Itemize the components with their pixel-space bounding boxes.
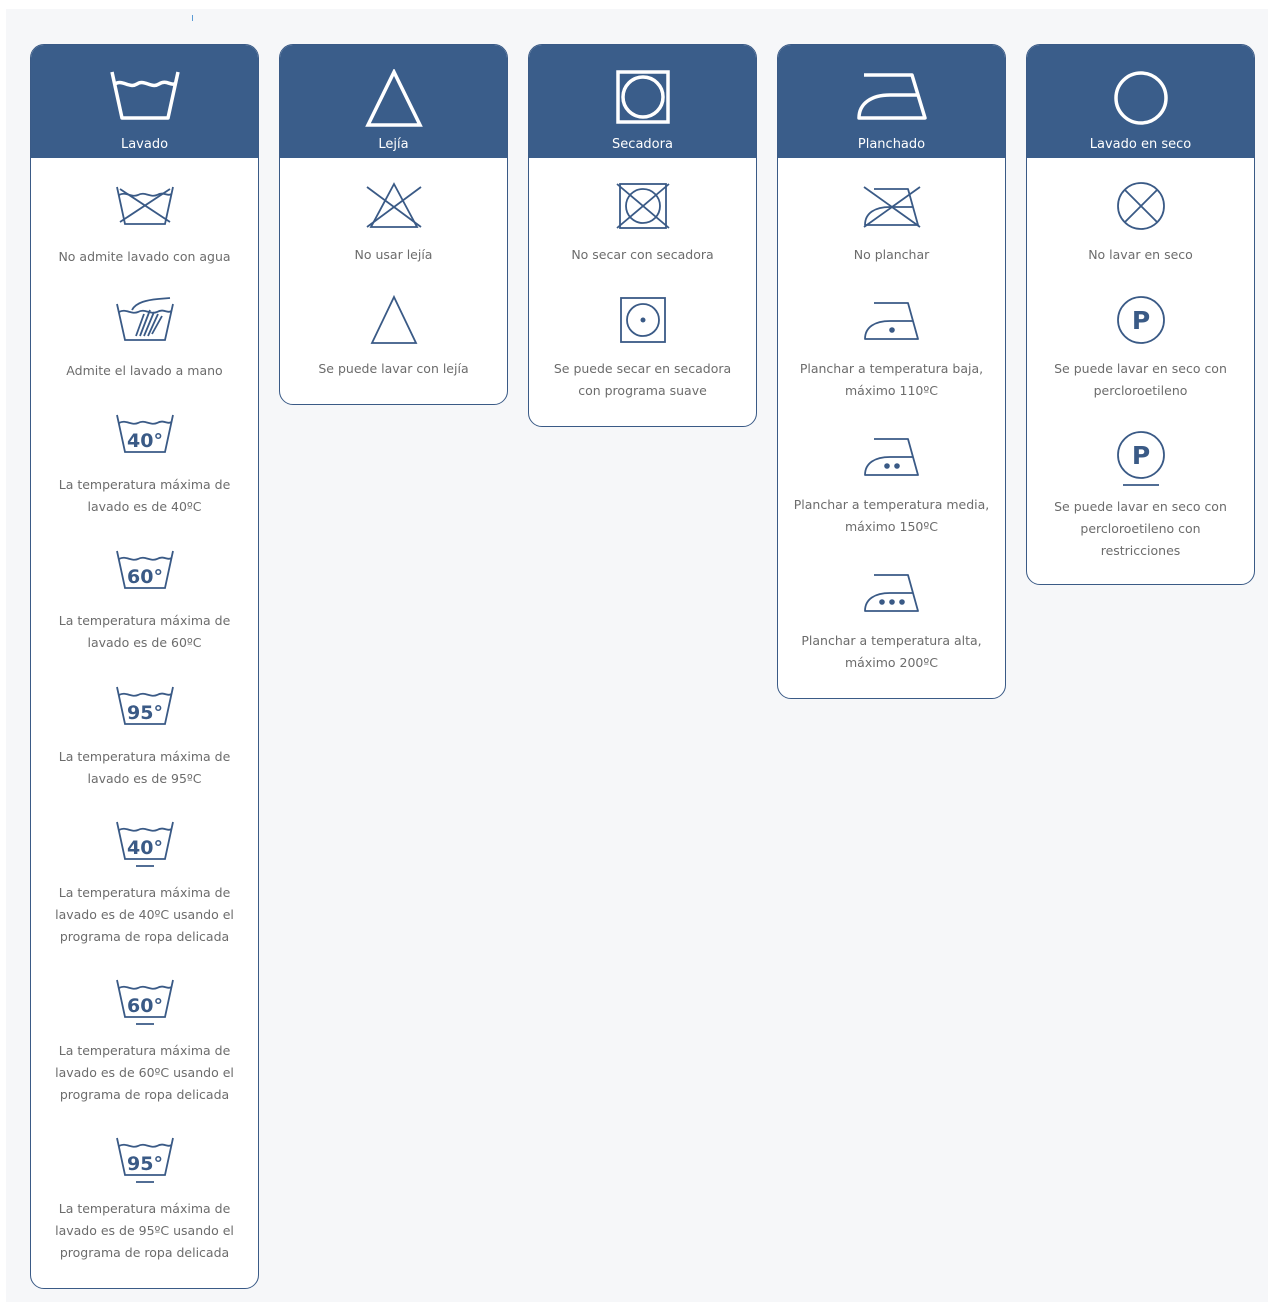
item-label: Planchar a temperatura baja, máximo 110º… (799, 361, 984, 398)
list-item: No admite lavado con agua (31, 182, 258, 296)
temperature-text: 60° (127, 566, 163, 588)
item-label: No lavar en seco (1088, 247, 1193, 262)
list-item: 40° La temperatura máxima de lavado es d… (31, 410, 258, 546)
iron-low-icon (778, 294, 1005, 346)
wash-60-icon: 60° (31, 546, 258, 594)
list-item: P Se puede lavar en seco con percloroeti… (1027, 430, 1254, 580)
list-item: No planchar (778, 180, 1005, 294)
tumble-dry-low-icon (529, 294, 756, 346)
page-background: Lavado No admite lavado con agua Admite … (6, 9, 1268, 1302)
list-item: No lavar en seco (1027, 180, 1254, 294)
card-title: Planchado (857, 137, 926, 152)
card-lavado: Lavado No admite lavado con agua Admite … (30, 44, 259, 1289)
list-item: 95° La temperatura máxima de lavado es d… (31, 682, 258, 818)
item-label: La temperatura máxima de lavado es de 95… (55, 1201, 234, 1260)
card-header: Lavado en seco (1027, 45, 1254, 158)
list-item: Planchar a temperatura media, máximo 150… (778, 430, 1005, 566)
hand-wash-icon (31, 296, 258, 344)
temperature-text: 40° (127, 430, 163, 452)
wash-40-icon: 40° (31, 410, 258, 458)
dry-clean-p-gentle-icon: P (1027, 430, 1254, 486)
circle-icon (1027, 69, 1254, 129)
temperature-text: 95° (127, 1153, 163, 1175)
list-item: 60° La temperatura máxima de lavado es d… (31, 546, 258, 682)
no-wash-icon (31, 182, 258, 230)
item-label: La temperatura máxima de lavado es de 40… (58, 477, 231, 514)
card-header: Lejía (280, 45, 507, 158)
card-lavado-en-seco: Lavado en seco No lavar en seco P Se pue… (1026, 44, 1255, 585)
wash-tub-icon (31, 69, 258, 129)
tumble-dry-icon (529, 69, 756, 129)
iron-icon (778, 69, 1005, 129)
list-item: 95° La temperatura máxima de lavado es d… (31, 1134, 258, 1288)
list-item: P Se puede lavar en seco con percloroeti… (1027, 294, 1254, 430)
letter-text: P (1131, 306, 1149, 335)
accent-tick (192, 15, 193, 21)
list-item: No usar lejía (280, 180, 507, 294)
item-label: Planchar a temperatura media, máximo 150… (793, 497, 990, 534)
no-dry-clean-icon (1027, 180, 1254, 232)
card-title: Lavado (120, 137, 169, 152)
temperature-text: 40° (127, 837, 163, 859)
wash-40-delicate-icon: 40° (31, 818, 258, 870)
triangle-icon (280, 69, 507, 129)
list-item: 40° La temperatura máxima de lavado es d… (31, 818, 258, 976)
item-label: No usar lejía (354, 247, 433, 262)
item-label: No planchar (853, 247, 930, 262)
item-label: Se puede secar en secadora con programa … (553, 361, 732, 398)
item-label: La temperatura máxima de lavado es de 60… (55, 1043, 234, 1102)
list-item: Planchar a temperatura baja, máximo 110º… (778, 294, 1005, 430)
card-header: Lavado (31, 45, 258, 158)
item-label: No admite lavado con agua (58, 249, 231, 264)
no-tumble-dry-icon (529, 180, 756, 232)
card-title: Lavado en seco (1089, 137, 1192, 152)
temperature-text: 60° (127, 995, 163, 1017)
item-label: Se puede lavar en seco con percloroetile… (1054, 361, 1227, 398)
list-item: Se puede lavar con lejía (280, 294, 507, 394)
letter-text: P (1131, 441, 1149, 470)
card-title: Lejía (378, 137, 409, 152)
wash-60-delicate-icon: 60° (31, 976, 258, 1028)
card-planchado: Planchado No planchar Planchar a tempera… (777, 44, 1006, 699)
card-title: Secadora (612, 137, 673, 152)
wash-95-delicate-icon: 95° (31, 1134, 258, 1186)
item-label: La temperatura máxima de lavado es de 40… (55, 885, 234, 944)
list-item: Planchar a temperatura alta, máximo 200º… (778, 566, 1005, 698)
iron-high-icon (778, 566, 1005, 618)
no-iron-icon (778, 180, 1005, 232)
no-bleach-icon (280, 180, 507, 232)
card-header: Secadora (529, 45, 756, 158)
list-item: No secar con secadora (529, 180, 756, 294)
card-header: Planchado (778, 45, 1005, 158)
list-item: 60° La temperatura máxima de lavado es d… (31, 976, 258, 1134)
card-lejia: Lejía No usar lejía Se puede lavar con l… (279, 44, 508, 405)
card-secadora: Secadora No secar con secadora Se puede … (528, 44, 757, 427)
item-label: La temperatura máxima de lavado es de 60… (58, 613, 231, 650)
wash-95-icon: 95° (31, 682, 258, 730)
item-label: La temperatura máxima de lavado es de 95… (58, 749, 231, 786)
iron-medium-icon (778, 430, 1005, 482)
item-label: Planchar a temperatura alta, máximo 200º… (801, 633, 982, 670)
item-label: No secar con secadora (571, 247, 714, 262)
dry-clean-p-icon: P (1027, 294, 1254, 346)
item-label: Admite el lavado a mano (66, 363, 223, 378)
item-label: Se puede lavar en seco con percloroetile… (1054, 499, 1227, 558)
list-item: Se puede secar en secadora con programa … (529, 294, 756, 416)
item-label: Se puede lavar con lejía (318, 361, 469, 376)
temperature-text: 95° (127, 702, 163, 724)
list-item: Admite el lavado a mano (31, 296, 258, 410)
bleach-icon (280, 294, 507, 346)
